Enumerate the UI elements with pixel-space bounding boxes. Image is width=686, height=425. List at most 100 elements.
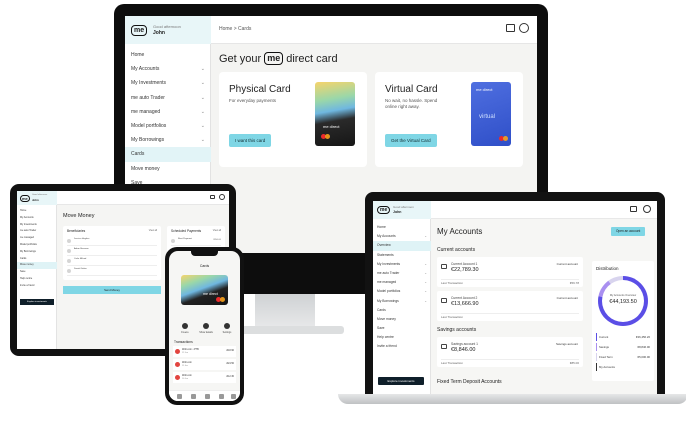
sidebar-item[interactable]: Cards bbox=[125, 147, 211, 162]
laptop-profile[interactable]: me Good afternoon John bbox=[373, 201, 431, 219]
card-action-button[interactable]: Freeze bbox=[176, 323, 194, 334]
sidebar-item[interactable]: My Investments ⌄ bbox=[373, 260, 431, 269]
brand-logo[interactable]: me bbox=[20, 195, 30, 202]
avatar bbox=[67, 239, 71, 243]
sidebar-item[interactable]: Overview bbox=[373, 241, 431, 251]
user-icon[interactable] bbox=[643, 205, 651, 213]
sidebar-item[interactable]: My Borrowings ⌄ bbox=[125, 133, 211, 147]
gear-icon bbox=[224, 323, 230, 329]
card-action-button[interactable]: Settings bbox=[218, 323, 236, 334]
sidebar-item[interactable]: My Accounts ⌄ bbox=[373, 232, 431, 241]
user-name: John bbox=[32, 198, 39, 202]
list-item[interactable]: Jessica Hughes bbox=[67, 237, 157, 246]
sidebar-item[interactable]: Model portfolios ⌄ bbox=[125, 119, 211, 133]
transaction-row[interactable]: Wolt.com 11 Jun -€24.50 bbox=[173, 359, 236, 370]
sidebar-item-label: Invite a friend bbox=[20, 283, 35, 287]
sidebar-item[interactable]: me auto Trader bbox=[17, 228, 57, 235]
sidebar-item-label: My Accounts bbox=[377, 234, 396, 239]
sidebar-item-label: Invite a friend bbox=[377, 344, 397, 349]
send-money-button[interactable]: Send Money bbox=[63, 286, 161, 294]
current-accounts-heading: Current accounts bbox=[437, 247, 476, 253]
list-item[interactable]: Daniel Galea bbox=[67, 267, 157, 276]
tablet-sidebar: me Good afternoon John Home My Accounts My… bbox=[17, 191, 57, 349]
merchant-icon bbox=[175, 375, 180, 380]
tablet-profile[interactable]: me Good afternoon John bbox=[17, 191, 57, 205]
accounts-tab-icon[interactable] bbox=[191, 394, 196, 399]
scheduled-view-all[interactable]: View all bbox=[213, 229, 221, 232]
sidebar-item[interactable]: Cards bbox=[17, 256, 57, 263]
home-tab-icon[interactable] bbox=[177, 394, 182, 399]
account-card[interactable]: Current Account 2 €13,666.90 Current acc… bbox=[437, 291, 583, 321]
sidebar-item[interactable]: Move money bbox=[125, 162, 211, 176]
sidebar-item[interactable]: Model portfolios ⌄ bbox=[373, 287, 431, 296]
sidebar-item[interactable]: me auto Trader ⌄ bbox=[125, 91, 211, 105]
sidebar-item[interactable]: Statements bbox=[373, 251, 431, 260]
list-item[interactable]: Rent Payment €850.00 bbox=[171, 237, 221, 246]
account-card[interactable]: Current Account 1 €22,789.30 Current acc… bbox=[437, 257, 583, 287]
user-icon[interactable] bbox=[219, 194, 225, 200]
sidebar-item-label: My Borrowings bbox=[131, 137, 165, 144]
brand-logo[interactable]: me bbox=[377, 206, 391, 214]
sidebar-item[interactable]: Save bbox=[17, 269, 57, 276]
sidebar-item[interactable]: me managed bbox=[17, 235, 57, 242]
open-account-button[interactable]: Open an account bbox=[611, 227, 646, 236]
transaction-row[interactable]: Wolt.com • PTB 12 Jun -€18.90 bbox=[173, 346, 236, 357]
transaction-row[interactable]: Wolt.com 10 Jun -€12.30 bbox=[173, 372, 236, 383]
sidebar-item[interactable]: Move money bbox=[373, 315, 431, 324]
sidebar-item[interactable]: My Investments ⌄ bbox=[125, 76, 211, 90]
account-card[interactable]: Savings account 1 €8,846.00 Savings acco… bbox=[437, 337, 583, 367]
sidebar-item[interactable]: Save bbox=[373, 324, 431, 333]
card-action-label: Show details bbox=[199, 330, 213, 334]
mail-icon[interactable] bbox=[210, 195, 215, 199]
sidebar-item-label: Cards bbox=[377, 307, 386, 312]
sidebar-item[interactable]: Home bbox=[17, 208, 57, 215]
phone-card-image[interactable]: me direct bbox=[181, 275, 228, 305]
sidebar-item[interactable]: Home bbox=[373, 223, 431, 232]
mastercard-icon bbox=[499, 136, 508, 141]
desktop-profile[interactable]: me Good afternoon John bbox=[125, 16, 211, 44]
user-icon[interactable] bbox=[519, 23, 529, 33]
user-name: John bbox=[393, 210, 402, 214]
sidebar-item[interactable]: Move money bbox=[17, 262, 57, 270]
brand-logo[interactable]: me bbox=[131, 25, 148, 36]
sidebar-item[interactable]: My Borrowings bbox=[17, 249, 57, 256]
legend-row: My Accounts bbox=[596, 363, 650, 371]
sidebar-item[interactable]: me managed ⌄ bbox=[125, 105, 211, 119]
sidebar-item[interactable]: me managed ⌄ bbox=[373, 278, 431, 287]
explore-investments-button[interactable]: Explore investments bbox=[20, 299, 54, 305]
sidebar-item[interactable]: My Accounts ⌄ bbox=[125, 62, 211, 76]
page-title: Get your me direct card bbox=[219, 52, 338, 65]
list-item[interactable]: Carla Mifsud bbox=[67, 257, 157, 266]
cards-tab-icon[interactable] bbox=[205, 394, 210, 399]
invest-tab-icon[interactable] bbox=[219, 394, 224, 399]
sidebar-item[interactable]: Model portfolios bbox=[17, 242, 57, 249]
legend-value: €36,456.20 bbox=[636, 335, 650, 339]
more-tab-icon[interactable] bbox=[231, 394, 236, 399]
sidebar-item[interactable]: My Accounts bbox=[17, 215, 57, 222]
card-action-button[interactable]: Show details bbox=[197, 323, 215, 334]
sidebar-item[interactable]: me auto Trader ⌄ bbox=[373, 269, 431, 278]
mail-icon[interactable] bbox=[630, 206, 637, 212]
mail-icon[interactable] bbox=[506, 24, 515, 32]
beneficiaries-view-all[interactable]: View all bbox=[149, 229, 157, 232]
explore-investments-button[interactable]: Explore investments bbox=[378, 377, 424, 385]
transaction-date: 11 Jun bbox=[182, 365, 188, 367]
get-virtual-card-button[interactable]: Get the Virtual Card bbox=[385, 134, 437, 147]
list-item[interactable]: Adam Brennan bbox=[67, 247, 157, 256]
sidebar-item-label: My Accounts bbox=[20, 215, 34, 219]
sidebar-item[interactable]: My Investments bbox=[17, 222, 57, 229]
breadcrumb[interactable]: Home > Cards bbox=[219, 26, 251, 32]
sidebar-item[interactable]: Cards bbox=[373, 306, 431, 315]
sidebar-item[interactable]: Help centre bbox=[17, 276, 57, 283]
sidebar-item[interactable]: My Borrowings ⌄ bbox=[373, 297, 431, 306]
sidebar-item[interactable]: Invite a friend bbox=[17, 283, 57, 290]
scheduled-title: Scheduled Payments bbox=[171, 229, 202, 233]
want-card-button[interactable]: I want this card bbox=[229, 134, 272, 147]
transaction-amount: -€24.50 bbox=[225, 362, 234, 365]
sidebar-item[interactable]: Help centre bbox=[373, 333, 431, 342]
mastercard-icon bbox=[321, 134, 330, 139]
sidebar-item[interactable]: Home bbox=[125, 48, 211, 62]
sidebar-item[interactable]: Invite a friend bbox=[373, 342, 431, 351]
fixed-term-heading: Fixed Term Deposit Accounts bbox=[437, 379, 502, 385]
laptop-nav: Home My Accounts ⌄ Overview Statements My Inv… bbox=[373, 223, 431, 352]
